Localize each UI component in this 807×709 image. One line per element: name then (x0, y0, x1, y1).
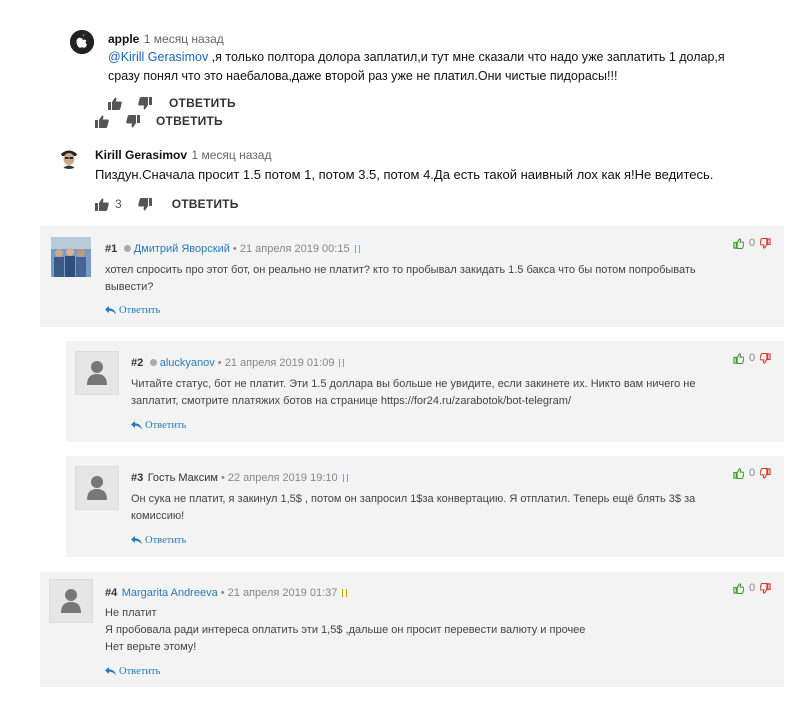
downvote-thumb-icon[interactable] (760, 467, 771, 479)
vote-count: 0 (749, 582, 756, 594)
comment-number[interactable]: #4 (105, 587, 117, 599)
forum-comment-text: Он сука не платит, я закинул 1,5$ , пото… (131, 491, 761, 525)
reply-arrow-icon (131, 421, 142, 430)
reply-label: Ответить (145, 535, 187, 546)
reply-link[interactable]: Ответить (105, 305, 160, 316)
thumbs-up-icon[interactable] (95, 115, 109, 128)
thumbs-down-icon[interactable] (138, 96, 152, 110)
text-line: Нет верьте этому! (105, 641, 197, 653)
text-line: комиссию! (131, 510, 185, 522)
upvote-thumb-icon[interactable] (733, 582, 744, 594)
comment-author[interactable]: apple (108, 32, 139, 46)
reply-label: Ответить (145, 420, 187, 431)
thumbs-up-icon[interactable] (108, 97, 122, 110)
avatar-image (51, 237, 91, 277)
vote-controls: 0 (733, 467, 771, 479)
downvote-thumb-icon[interactable] (760, 582, 771, 594)
forum-comment-header: #3 Гость Максим • 22 апреля 2019 19:10 (131, 468, 348, 486)
comment-author[interactable]: Kirill Gerasimov (95, 148, 187, 162)
vote-controls: 0 (733, 582, 771, 594)
reply-link[interactable]: Ответить (131, 420, 186, 431)
avatar-kirill (57, 145, 81, 169)
vote-controls: 0 (733, 352, 771, 364)
reply-button[interactable]: ОТВЕТИТЬ (169, 96, 236, 110)
text-line: Я пробовала ради интереса оплатить эти 1… (105, 624, 586, 636)
comment-number[interactable]: #3 (131, 472, 143, 484)
avatar-default (75, 466, 119, 510)
text-line: Читайте статус, бот не платит. Эти 1.5 д… (131, 378, 696, 390)
comment-date: • 21 апреля 2019 01:37 (217, 587, 338, 599)
comment-text: Пиздун.Сначала просит 1.5 потом 1, потом… (95, 167, 714, 182)
reply-arrow-icon (131, 536, 142, 545)
text-line: заплатит, смотрите платяжих ботов на стр… (131, 395, 572, 407)
avatar-image (57, 145, 81, 169)
comment-text-line: сразу понял что это наебалова,даже второ… (108, 69, 618, 83)
reply-button[interactable]: ОТВЕТИТЬ (172, 197, 239, 211)
comment-actions: ОТВЕТИТЬ (95, 113, 223, 129)
report-flag-icon[interactable] (354, 245, 360, 253)
user-silhouette-icon (87, 476, 107, 500)
comment-time[interactable]: 1 месяц назад (192, 148, 272, 162)
text-line: вывести? (105, 281, 154, 293)
reply-link[interactable]: Ответить (105, 666, 160, 677)
downvote-thumb-icon[interactable] (760, 352, 771, 364)
forum-comment-text: хотел спросить про этот бот, он реально … (105, 262, 755, 296)
comment-author-link[interactable]: Дмитрий Яворский (134, 243, 230, 255)
report-flag-icon[interactable] (339, 359, 345, 367)
comment-actions: ОТВЕТИТЬ (108, 95, 236, 111)
apple-logo-icon (70, 30, 94, 54)
report-flag-icon[interactable] (342, 474, 348, 482)
avatar-dmitriy (51, 237, 91, 277)
user-silhouette-icon (87, 361, 107, 385)
vote-count: 0 (749, 237, 756, 249)
upvote-thumb-icon[interactable] (733, 237, 744, 249)
comment-text-line: ,я только полтора долора заплатил,и тут … (208, 50, 725, 64)
forum-comment-text: Читайте статус, бот не платит. Эти 1.5 д… (131, 376, 761, 410)
downvote-thumb-icon[interactable] (760, 237, 771, 249)
thumbs-down-icon[interactable] (126, 114, 140, 128)
text-line: Не платит (105, 607, 157, 619)
status-dot-icon (149, 359, 157, 366)
avatar-default (75, 351, 119, 395)
comment-date: • 21 апреля 2019 00:15 (229, 243, 350, 255)
forum-comment-header: #1 Дмитрий Яворский • 21 апреля 2019 00:… (105, 239, 360, 257)
reply-label: Ответить (119, 305, 161, 316)
upvote-thumb-icon[interactable] (733, 352, 744, 364)
comment-header: Kirill Gerasimov 1 месяц назад (95, 146, 271, 164)
thumbs-down-icon[interactable] (137, 197, 152, 211)
comment-text: @Kirill Gerasimov ,я только полтора доло… (108, 48, 788, 86)
upvote-thumb-icon[interactable] (733, 467, 744, 479)
reply-button[interactable]: ОТВЕТИТЬ (156, 114, 223, 128)
comment-actions: 3 ОТВЕТИТЬ (95, 196, 239, 212)
comment-date: • 22 апреля 2019 19:10 (217, 472, 338, 484)
user-silhouette-icon (61, 589, 81, 613)
vote-count: 0 (749, 467, 756, 479)
avatar-apple (70, 30, 94, 54)
comment-number[interactable]: #1 (105, 243, 117, 255)
report-flag-icon[interactable] (342, 589, 348, 597)
text-line: хотел спросить про этот бот, он реально … (105, 264, 696, 276)
comment-author: Гость Максим (147, 472, 218, 484)
avatar-default (49, 579, 93, 623)
forum-comment-text: Не платит Я пробовала ради интереса опла… (105, 605, 755, 656)
reply-link[interactable]: Ответить (131, 535, 186, 546)
vote-controls: 0 (733, 237, 771, 249)
mention-link[interactable]: @Kirill Gerasimov (108, 50, 208, 64)
reply-arrow-icon (105, 306, 116, 315)
text-line: Он сука не платит, я закинул 1,5$ , пото… (131, 493, 696, 505)
comment-date: • 21 апреля 2019 01:09 (214, 357, 335, 369)
forum-comment-header: #2 aluckyanov • 21 апреля 2019 01:09 (131, 353, 345, 371)
vote-count: 0 (749, 352, 756, 364)
comment-header: apple 1 месяц назад (108, 30, 224, 48)
comment-author-link[interactable]: aluckyanov (160, 357, 215, 369)
reply-arrow-icon (105, 667, 116, 676)
reply-label: Ответить (119, 666, 161, 677)
comment-number[interactable]: #2 (131, 357, 143, 369)
comment-time[interactable]: 1 месяц назад (144, 32, 224, 46)
forum-comment-header: #4 Margarita Andreeva • 21 апреля 2019 0… (105, 583, 348, 601)
like-count: 3 (115, 197, 122, 211)
thumbs-up-icon[interactable] (95, 198, 109, 211)
comment-author-link[interactable]: Margarita Andreeva (122, 587, 218, 599)
status-dot-icon (123, 245, 131, 252)
